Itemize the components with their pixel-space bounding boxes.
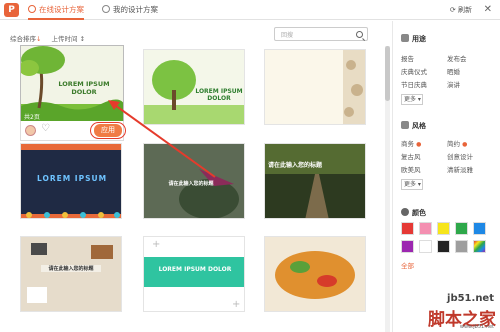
sort-upload-time[interactable]: 上传时间 ↕ <box>52 35 86 43</box>
page-count: 共2页 <box>24 114 40 121</box>
card-thumbnail <box>265 50 365 124</box>
card-title: LOREM IPSUM DOLOR <box>58 80 110 96</box>
svg-text:+: + <box>152 239 160 250</box>
highlight-ring <box>90 122 126 139</box>
search-icon[interactable] <box>356 31 363 38</box>
watermark-url: www.jb51.net <box>459 324 494 330</box>
filter-sidebar: 用途 报告 发布会 庆典仪式 晒婚 节日庆典 演讲 更多 ▾ 风格 商务 ● 简… <box>392 21 500 332</box>
color-swatch-rainbow[interactable] <box>473 240 486 253</box>
tab-my-designs[interactable]: 我的设计方案 <box>102 0 158 20</box>
color-swatch-white[interactable] <box>419 240 432 253</box>
tab-online-designs[interactable]: 在线设计方案 <box>28 0 84 20</box>
card-title: 请在此输入您的标题 <box>41 265 101 272</box>
template-card[interactable]: 请在此输入您的标题 <box>20 236 122 312</box>
template-card[interactable]: 请在此输入您的标题 <box>143 143 245 219</box>
filter-style-item[interactable]: 复古风 <box>401 151 421 161</box>
search-placeholder: 回搜 <box>281 32 294 39</box>
palette-icon <box>401 121 409 129</box>
usage-section-title: 用途 <box>401 34 426 44</box>
card-title: LOREM IPSUM DOLOR <box>195 88 243 102</box>
card-title: LOREM IPSUM DOLOR <box>158 266 232 273</box>
sort-bar: 综合排序↓ 上传时间 ↕ <box>10 33 85 43</box>
usage-more-dropdown[interactable]: 更多 ▾ <box>401 94 423 105</box>
svg-text:+: + <box>232 299 240 310</box>
search-input[interactable]: 回搜 <box>274 27 368 41</box>
refresh-button[interactable]: ⟳ 刷新 <box>450 0 472 20</box>
color-swatch-purple[interactable] <box>401 240 414 253</box>
filter-usage-item[interactable]: 节日庆典 <box>401 79 427 89</box>
user-icon <box>102 5 110 13</box>
template-card[interactable]: 请在此输入您的标题 <box>264 143 366 219</box>
filter-usage-item[interactable]: 晒婚 <box>447 66 460 76</box>
color-swatch-yellow[interactable] <box>437 222 450 235</box>
color-swatch-black[interactable] <box>437 240 450 253</box>
filter-style-item[interactable]: 简约 ● <box>447 138 467 148</box>
template-card[interactable]: LOREM IPSUM DOLOR 共2页 <box>20 45 124 123</box>
filter-style-item[interactable]: 商务 ● <box>401 138 421 148</box>
filter-style-item[interactable]: 欧美风 <box>401 164 421 174</box>
filter-usage-item[interactable]: 演讲 <box>447 79 460 89</box>
filter-style-item[interactable]: 清新淡雅 <box>447 164 473 174</box>
author-avatar <box>25 125 36 136</box>
color-all-link[interactable]: 全部 <box>401 260 414 270</box>
color-section-title: 颜色 <box>401 208 426 218</box>
color-swatch-pink[interactable] <box>419 222 432 235</box>
filter-usage-item[interactable]: 庆典仪式 <box>401 66 427 76</box>
style-more-dropdown[interactable]: 更多 ▾ <box>401 179 423 190</box>
template-card[interactable]: LOREM IPSUM DOLOR <box>143 49 245 125</box>
card-thumbnail <box>265 144 365 218</box>
card-title: LOREM IPSUM <box>36 174 108 183</box>
compass-icon <box>28 5 36 13</box>
tag-icon <box>401 34 409 42</box>
card-title: 请在此输入您的标题 <box>267 162 322 169</box>
heart-icon[interactable]: ♡ <box>41 123 50 134</box>
style-section-title: 风格 <box>401 121 426 131</box>
color-swatch-green[interactable] <box>455 222 468 235</box>
filter-usage-item[interactable]: 报告 <box>401 53 414 63</box>
color-swatch-red[interactable] <box>401 222 414 235</box>
card-title: 请在此输入您的标题 <box>168 181 214 187</box>
color-icon <box>401 208 409 216</box>
app-logo: P <box>4 3 19 17</box>
scrollbar-thumb[interactable] <box>385 46 390 101</box>
template-card[interactable] <box>264 236 366 312</box>
tab-label: 在线设计方案 <box>39 5 84 14</box>
color-swatch-blue[interactable] <box>473 222 486 235</box>
card-thumbnail: + + <box>144 237 244 311</box>
top-bar: P 在线设计方案 我的设计方案 ⟳ 刷新 ✕ <box>0 0 500 20</box>
close-icon[interactable]: ✕ <box>484 4 492 15</box>
template-card[interactable]: LOREM IPSUM <box>20 143 122 219</box>
filter-usage-item[interactable]: 发布会 <box>447 53 467 63</box>
card-thumbnail <box>265 237 365 311</box>
watermark-domain: jb51.net <box>447 293 494 304</box>
template-card[interactable]: + + LOREM IPSUM DOLOR <box>143 236 245 312</box>
tab-label: 我的设计方案 <box>113 5 158 14</box>
color-swatch-gray[interactable] <box>455 240 468 253</box>
template-card[interactable] <box>264 49 366 125</box>
scrollbar[interactable] <box>385 46 390 332</box>
sort-default[interactable]: 综合排序↓ <box>10 35 41 43</box>
card-thumbnail <box>21 237 121 311</box>
filter-style-item[interactable]: 创意设计 <box>447 151 473 161</box>
refresh-label: 刷新 <box>458 6 472 14</box>
